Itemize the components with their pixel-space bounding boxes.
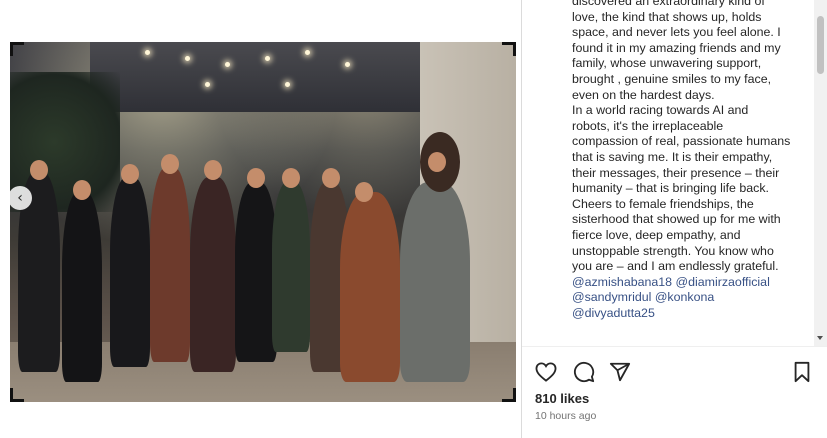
mentions-line: @sandymridul @konkona bbox=[572, 290, 812, 306]
mentions-line: @azmishabana18 @diamirzaofficial bbox=[572, 275, 812, 291]
photo-light bbox=[205, 82, 210, 87]
caption-line: compassion of real, passionate humans bbox=[572, 134, 791, 149]
previous-image-button[interactable]: ‹ bbox=[8, 186, 32, 210]
chevron-left-icon: ‹ bbox=[17, 190, 23, 206]
caption-line: humanity – that is bringing life back. bbox=[572, 181, 769, 196]
photo-person bbox=[150, 167, 190, 362]
comment-button[interactable] bbox=[572, 360, 596, 384]
save-button[interactable] bbox=[790, 360, 814, 384]
photo-light bbox=[345, 62, 350, 67]
photo-face bbox=[161, 154, 179, 174]
photo-light bbox=[285, 82, 290, 87]
instagram-post-view: ‹ discovered an extraordinary kind of lo… bbox=[0, 0, 827, 438]
crop-corner bbox=[502, 388, 516, 402]
post-caption: discovered an extraordinary kind of love… bbox=[572, 0, 812, 346]
mention-link[interactable]: @diamirzaofficial bbox=[676, 275, 770, 289]
caption-line: discovered an extraordinary kind of bbox=[572, 0, 765, 8]
mentions-line: @divyadutta25 bbox=[572, 306, 812, 322]
panel-divider bbox=[521, 0, 522, 438]
share-button[interactable] bbox=[608, 360, 632, 384]
photo-person bbox=[110, 177, 150, 367]
mention-link[interactable]: @divyadutta25 bbox=[572, 306, 655, 320]
send-icon bbox=[609, 362, 631, 382]
media-area: ‹ bbox=[0, 0, 522, 438]
caption-line: sisterhood that showed up for me with bbox=[572, 212, 781, 227]
caption-line: that is saving me. It is their empathy, bbox=[572, 149, 773, 164]
caption-line: In a world racing towards AI and bbox=[572, 103, 749, 118]
caption-line: their messages, their presence – their bbox=[572, 165, 780, 180]
photo-person bbox=[62, 192, 102, 382]
photo-face bbox=[247, 168, 265, 188]
scroll-down-arrow-icon[interactable] bbox=[817, 336, 823, 340]
crop-corner bbox=[10, 42, 24, 56]
caption-line: Cheers to female friendships, the bbox=[572, 196, 754, 211]
photo-light bbox=[145, 50, 150, 55]
mention-link[interactable]: @konkona bbox=[655, 290, 714, 304]
photo-face bbox=[355, 182, 373, 202]
photo-face bbox=[282, 168, 300, 188]
photo-person bbox=[235, 182, 277, 362]
photo-ceiling bbox=[90, 42, 420, 112]
actions-divider bbox=[522, 346, 827, 347]
crop-corner bbox=[502, 42, 516, 56]
comment-icon bbox=[573, 361, 595, 383]
likes-count[interactable]: 810 likes bbox=[535, 391, 589, 406]
post-timestamp[interactable]: 10 hours ago bbox=[535, 410, 596, 422]
caption-line: found it in my amazing friends and my bbox=[572, 40, 781, 55]
photo-person bbox=[190, 177, 236, 372]
photo-face bbox=[428, 152, 446, 172]
crop-corner bbox=[10, 388, 24, 402]
caption-line: fierce love, deep empathy, and bbox=[572, 227, 741, 242]
post-actions-bar bbox=[534, 360, 816, 384]
photo-face bbox=[322, 168, 340, 188]
caption-line: you are – and I am endlessly grateful. bbox=[572, 259, 779, 274]
caption-line: robots, it's the irreplaceable bbox=[572, 118, 724, 133]
photo-person bbox=[340, 192, 400, 382]
mention-link[interactable]: @sandymridul bbox=[572, 290, 651, 304]
caption-line: brought , genuine smiles to my face, bbox=[572, 71, 772, 86]
photo-face bbox=[73, 180, 91, 200]
heart-icon bbox=[535, 362, 557, 382]
caption-scrollbar[interactable] bbox=[814, 0, 827, 346]
photo-face bbox=[121, 164, 139, 184]
caption-line: space, and never lets you feel alone. I bbox=[572, 25, 781, 40]
photo-face bbox=[30, 160, 48, 180]
photo-light bbox=[305, 50, 310, 55]
photo-person bbox=[400, 182, 470, 382]
post-photo[interactable] bbox=[10, 42, 516, 402]
caption-line: even on the hardest days. bbox=[572, 87, 715, 102]
photo-face bbox=[204, 160, 222, 180]
photo-light bbox=[185, 56, 190, 61]
bookmark-icon bbox=[794, 361, 810, 383]
mention-link[interactable]: @azmishabana18 bbox=[572, 275, 672, 289]
caption-line: love, the kind that shows up, holds bbox=[572, 9, 762, 24]
scrollbar-thumb[interactable] bbox=[817, 16, 824, 74]
caption-line: unstoppable strength. You know who bbox=[572, 243, 774, 258]
photo-person bbox=[272, 182, 310, 352]
caption-line: family, whose unwavering support, bbox=[572, 56, 762, 71]
photo-light bbox=[225, 62, 230, 67]
photo-light bbox=[265, 56, 270, 61]
like-button[interactable] bbox=[534, 360, 558, 384]
